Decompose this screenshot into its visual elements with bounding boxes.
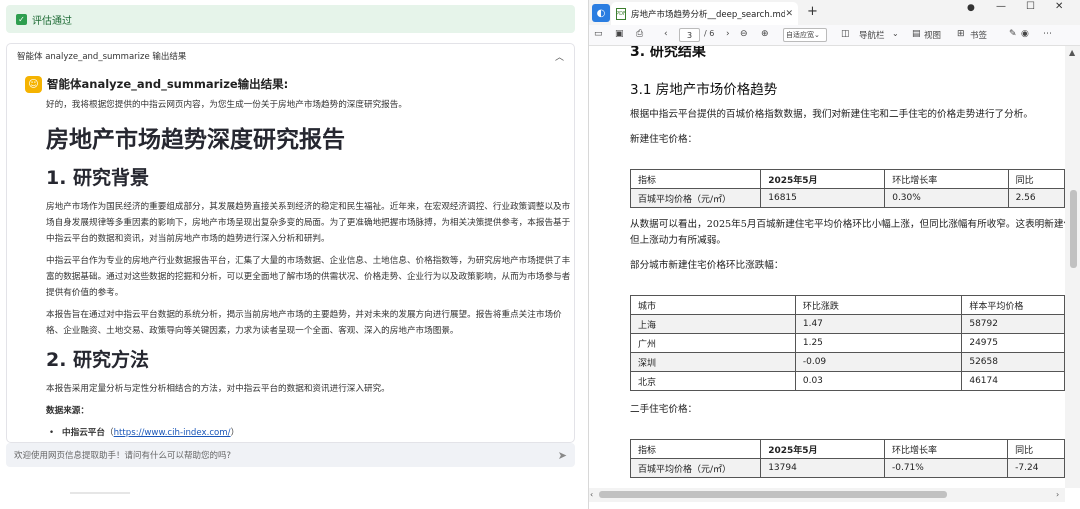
table-row: 广州 1.25 24975 [630, 333, 1065, 353]
results-intro: 根据中指云平台提供的百城价格指数数据，我们对新建住宅和二手住宅的价格走势进行了分… [630, 109, 1033, 120]
expander-header[interactable]: 智能体 analyze_and_summarize 输出结果 ︿ [7, 44, 574, 68]
page-total: / 6 [704, 29, 715, 38]
view-icon[interactable]: ▤ [912, 29, 921, 39]
title-bar: ◐ PDF 房地产市场趋势分析__deep_search.md ✕ + ● — … [589, 0, 1080, 25]
check-icon: ✓ [16, 13, 27, 25]
close-window-icon[interactable]: ✕ [1055, 1, 1063, 12]
source-link[interactable]: https://www.cih-index.com/ [114, 428, 231, 438]
message-title: 智能体analyze_and_summarize输出结果: [47, 77, 289, 91]
table-header-row: 指标 2025年5月 环比增长率 同比 [629, 169, 1065, 189]
intro-text: 好的，我将根据您提供的中指云网页内容，为您生成一份关于房地产市场趋势的深度研究报… [46, 100, 407, 110]
account-icon[interactable]: ◉ [1021, 29, 1029, 39]
used-housing-table: 指标 2025年5月 环比增长率 同比 百城平均价格（元/㎡） 13794 -0… [629, 439, 1065, 478]
used-housing-label: 二手住宅价格： [630, 404, 698, 415]
pdf-viewer-window: ◐ PDF 房地产市场趋势分析__deep_search.md ✕ + ● — … [588, 0, 1080, 509]
send-icon[interactable]: ➤ [558, 449, 567, 462]
prev-page-icon[interactable]: ‹ [664, 29, 668, 39]
minimize-icon[interactable]: — [996, 1, 1006, 12]
section3-title: 3. 研究结果 [630, 46, 706, 60]
document-tab[interactable]: PDF 房地产市场趋势分析__deep_search.md ✕ [611, 2, 798, 25]
expander-title: 智能体 analyze_and_summarize 输出结果 [17, 52, 187, 62]
table-row: 百城平均价格（元/㎡） 16815 0.30% 2.56 [629, 188, 1065, 208]
data-source-label: 数据来源： [46, 406, 89, 416]
bookmark-icon[interactable]: ⊞ [957, 29, 965, 39]
table-row: 北京 0.03 46174 [630, 371, 1065, 391]
draw-icon[interactable]: ✎ [1009, 29, 1017, 39]
section1-title: 1. 研究背景 [46, 167, 150, 189]
table-header-row: 城市 环比涨跌 样本平均价格 [630, 295, 1065, 315]
new-housing-table: 指标 2025年5月 环比增长率 同比 百城平均价格（元/㎡） 16815 0.… [629, 169, 1065, 208]
next-page-icon[interactable]: › [726, 29, 730, 39]
city-price-table: 城市 环比涨跌 样本平均价格 上海 1.47 58792 广州 1.25 249… [630, 295, 1065, 391]
close-tab-icon[interactable]: ✕ [785, 9, 793, 19]
section2-title: 2. 研究方法 [46, 349, 150, 371]
sidebar-panel-icon[interactable]: ◫ [841, 29, 850, 39]
profile-dot-icon[interactable]: ● [967, 3, 975, 13]
tab-title: 房地产市场趋势分析__deep_search.md [631, 9, 786, 20]
vertical-scrollbar[interactable]: ▲ [1065, 46, 1080, 488]
chevron-down-icon[interactable]: ⌄ [892, 29, 899, 38]
divider [70, 492, 130, 494]
table-row: 深圳 -0.09 52658 [630, 352, 1065, 372]
table-row: 上海 1.47 58792 [630, 314, 1065, 334]
page-number-input[interactable]: 3 [679, 28, 700, 42]
section2-paragraph1: 本报告采用定量分析与定性分析相结合的方法，对中指云平台的数据和资讯进行深入研究。 [46, 384, 390, 394]
chevron-up-icon[interactable]: ︿ [555, 50, 564, 63]
print-icon[interactable]: ⎙ [636, 29, 643, 39]
new-housing-label: 新建住宅价格： [630, 134, 698, 145]
chat-app-pane: ✓ 评估通过 智能体 analyze_and_summarize 输出结果 ︿ … [0, 0, 588, 509]
result-expander: 智能体 analyze_and_summarize 输出结果 ︿ ☺ 智能体an… [6, 43, 575, 443]
pdf-file-icon: PDF [616, 7, 626, 20]
analysis-text-line1: 从数据可以看出，2025年5月百城新建住宅平均价格环比小幅上涨，但同比涨幅有所收… [630, 219, 1065, 230]
table-header-row: 指标 2025年5月 环比增长率 同比 [629, 439, 1065, 459]
section31-title: 3.1 房地产市场价格趋势 [630, 82, 778, 98]
save-icon[interactable]: ▣ [615, 29, 624, 39]
report-title: 房地产市场趋势深度研究报告 [46, 127, 345, 153]
zoom-in-icon[interactable]: ⊕ [761, 29, 769, 39]
bookmark-button[interactable]: 书签 [970, 29, 987, 41]
table-row: 百城平均价格（元/㎡） 13794 -0.71% -7.24 [629, 458, 1065, 478]
analysis-text-line2: 但上涨动力有所减弱。 [630, 235, 726, 246]
section1-paragraph3: 本报告旨在通过对中指云平台数据的系统分析，揭示当前房地产市场的主要趋势，并对未来… [46, 310, 562, 336]
browser-app-icon[interactable]: ◐ [592, 4, 610, 22]
horizontal-scroll-thumb[interactable] [599, 491, 947, 498]
section1-paragraph2: 中指云平台作为专业的房地产行业数据报告平台，汇集了大量的市场数据、企业信息、土地… [46, 256, 571, 298]
vertical-scroll-thumb[interactable] [1070, 190, 1077, 268]
bot-avatar-icon: ☺ [25, 76, 42, 93]
section1-paragraph1: 房地产市场作为国民经济的重要组成部分，其发展趋势直接关系到经济的稳定和民生福祉。… [46, 202, 571, 244]
success-text: 评估通过 [32, 15, 72, 27]
chat-input-placeholder: 欢迎使用网页信息提取助手！请问有什么可以帮助您的吗? [14, 451, 232, 461]
list-item: 中指云平台（https://www.cih-index.com/） [46, 425, 571, 441]
horizontal-scrollbar[interactable]: ‹ › [589, 488, 1065, 502]
zoom-select[interactable]: 自适应宽 ⌄ [783, 28, 827, 42]
folder-icon[interactable]: ▭ [594, 29, 603, 39]
document-page: 3. 研究结果 3.1 房地产市场价格趋势 根据中指云平台提供的百城价格指数数据… [589, 46, 1065, 488]
success-alert: ✓ 评估通过 [6, 5, 575, 33]
zoom-out-icon[interactable]: ⊖ [740, 29, 748, 39]
more-icon[interactable]: ⋯ [1043, 29, 1052, 39]
maximize-icon[interactable]: ☐ [1026, 1, 1035, 12]
view-button[interactable]: 视图 [924, 29, 941, 41]
scroll-left-icon[interactable]: ‹ [590, 490, 593, 499]
scroll-up-icon[interactable]: ▲ [1069, 48, 1075, 57]
chat-input[interactable]: 欢迎使用网页信息提取助手！请问有什么可以帮助您的吗? ➤ [6, 443, 575, 467]
pdf-toolbar: ▭ ▣ ⎙ ‹ 3 / 6 › ⊖ ⊕ 自适应宽 ⌄ ◫ 导航栏 ⌄ ▤ 视图 ⊞… [589, 25, 1080, 46]
nav-pane-button[interactable]: 导航栏 [859, 29, 885, 41]
new-tab-icon[interactable]: + [807, 4, 818, 19]
scroll-right-icon[interactable]: › [1056, 490, 1059, 499]
report-content: 好的，我将根据您提供的中指云网页内容，为您生成一份关于房地产市场趋势的深度研究报… [46, 97, 571, 441]
city-table-label: 部分城市新建住宅价格环比涨跌幅： [630, 260, 784, 271]
